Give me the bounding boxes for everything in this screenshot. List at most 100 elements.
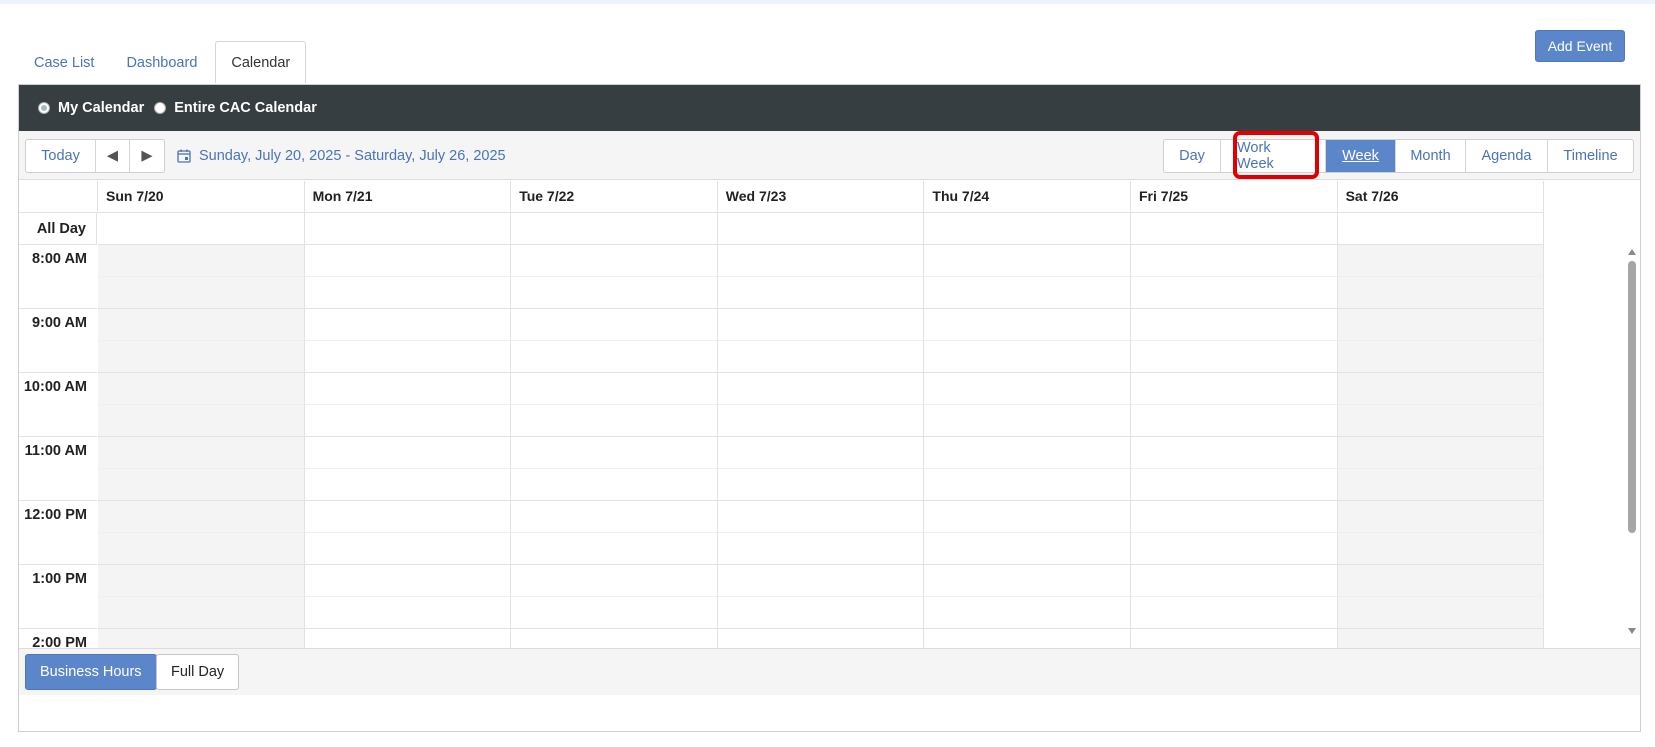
time-slot[interactable]	[717, 501, 925, 533]
time-slot[interactable]	[304, 405, 512, 437]
time-slot[interactable]	[304, 501, 512, 533]
entire-cac-calendar-option[interactable]: Entire CAC Calendar	[154, 100, 317, 116]
time-slot[interactable]	[924, 277, 1131, 309]
time-slot[interactable]	[304, 245, 512, 277]
time-slot[interactable]	[304, 565, 512, 597]
all-day-cell[interactable]	[304, 213, 512, 245]
day-header[interactable]: Tue 7/22	[511, 181, 718, 213]
business-hours-button[interactable]: Business Hours	[25, 654, 157, 690]
time-slot[interactable]	[98, 501, 305, 533]
full-day-button[interactable]: Full Day	[156, 654, 240, 690]
scroll-thumb[interactable]	[1628, 261, 1636, 533]
time-slot[interactable]	[717, 245, 925, 277]
time-slot[interactable]	[924, 405, 1131, 437]
day-header[interactable]: Sun 7/20	[98, 181, 305, 213]
time-slot[interactable]	[924, 533, 1131, 565]
tab-case-list[interactable]: Case List	[18, 41, 110, 83]
time-slot[interactable]	[1131, 405, 1338, 437]
all-day-cell[interactable]	[511, 213, 718, 245]
time-slot[interactable]	[924, 501, 1131, 533]
view-timeline-button[interactable]: Timeline	[1548, 140, 1633, 172]
time-slot[interactable]	[511, 277, 718, 309]
time-slot[interactable]	[511, 533, 718, 565]
all-day-cell[interactable]	[1337, 213, 1545, 245]
time-slot[interactable]	[924, 565, 1131, 597]
time-slot[interactable]	[717, 533, 925, 565]
time-slot[interactable]	[924, 469, 1131, 501]
time-slot[interactable]	[98, 277, 305, 309]
time-slot[interactable]	[98, 245, 305, 277]
time-slot[interactable]	[304, 309, 512, 341]
view-day-button[interactable]: Day	[1164, 140, 1221, 172]
time-slot[interactable]	[1337, 405, 1545, 437]
time-slot[interactable]	[924, 309, 1131, 341]
grid-scrollbar[interactable]	[1624, 245, 1640, 638]
time-slot[interactable]	[511, 565, 718, 597]
time-slot[interactable]	[304, 533, 512, 565]
time-slot[interactable]	[924, 245, 1131, 277]
time-slot[interactable]	[1131, 597, 1338, 629]
day-header[interactable]: Fri 7/25	[1131, 181, 1338, 213]
time-slot[interactable]	[511, 469, 718, 501]
time-slot[interactable]	[304, 277, 512, 309]
time-slot[interactable]	[511, 597, 718, 629]
time-slot[interactable]	[304, 597, 512, 629]
time-slot[interactable]	[717, 309, 925, 341]
view-agenda-button[interactable]: Agenda	[1466, 140, 1548, 172]
time-slot[interactable]	[304, 341, 512, 373]
time-slot[interactable]	[98, 469, 305, 501]
time-slot[interactable]	[1131, 309, 1338, 341]
my-calendar-radio[interactable]	[38, 102, 50, 114]
time-slot[interactable]	[1131, 469, 1338, 501]
time-slot[interactable]	[717, 565, 925, 597]
time-slot[interactable]	[1131, 277, 1338, 309]
day-header[interactable]: Mon 7/21	[304, 181, 512, 213]
time-slot[interactable]	[304, 469, 512, 501]
day-header[interactable]: Sat 7/26	[1337, 181, 1545, 213]
time-slot[interactable]	[1337, 597, 1545, 629]
time-slot[interactable]	[511, 405, 718, 437]
time-slot[interactable]	[1337, 373, 1545, 405]
entire-cac-calendar-radio[interactable]	[154, 102, 167, 114]
time-slot[interactable]	[924, 597, 1131, 629]
view-month-button[interactable]: Month	[1396, 140, 1466, 172]
time-slot[interactable]	[1131, 437, 1338, 469]
day-header[interactable]: Thu 7/24	[924, 181, 1131, 213]
time-slot[interactable]	[98, 565, 305, 597]
time-slot[interactable]	[1337, 341, 1545, 373]
scroll-up-icon[interactable]	[1628, 249, 1636, 255]
day-header[interactable]: Wed 7/23	[717, 181, 925, 213]
time-slot[interactable]	[511, 245, 718, 277]
time-slot[interactable]	[98, 341, 305, 373]
time-slot[interactable]	[1337, 565, 1545, 597]
time-slot[interactable]	[1337, 469, 1545, 501]
time-slot[interactable]	[717, 341, 925, 373]
all-day-cell[interactable]	[717, 213, 925, 245]
time-slot[interactable]	[98, 405, 305, 437]
all-day-cell[interactable]	[98, 213, 305, 245]
previous-button[interactable]: ◀	[96, 140, 130, 172]
date-range-picker[interactable]: Sunday, July 20, 2025 - Saturday, July 2…	[177, 139, 506, 173]
time-slot[interactable]	[717, 277, 925, 309]
time-slot[interactable]	[1337, 277, 1545, 309]
time-slot[interactable]	[1337, 501, 1545, 533]
time-slot[interactable]	[924, 341, 1131, 373]
time-slot[interactable]	[98, 373, 305, 405]
time-slot[interactable]	[98, 309, 305, 341]
time-slot[interactable]	[1337, 533, 1545, 565]
time-slot[interactable]	[1131, 341, 1338, 373]
time-slot[interactable]	[98, 437, 305, 469]
time-slot[interactable]	[1131, 245, 1338, 277]
today-button[interactable]: Today	[26, 140, 96, 172]
time-slot[interactable]	[98, 533, 305, 565]
time-slot[interactable]	[511, 309, 718, 341]
time-slot[interactable]	[924, 373, 1131, 405]
all-day-cell[interactable]	[924, 213, 1131, 245]
time-slot[interactable]	[1131, 373, 1338, 405]
view-work-week-button[interactable]: Work Week	[1221, 140, 1326, 172]
time-slot[interactable]	[511, 501, 718, 533]
time-slot[interactable]	[1131, 565, 1338, 597]
time-slot[interactable]	[1337, 245, 1545, 277]
time-slot[interactable]	[717, 437, 925, 469]
time-slot[interactable]	[717, 469, 925, 501]
